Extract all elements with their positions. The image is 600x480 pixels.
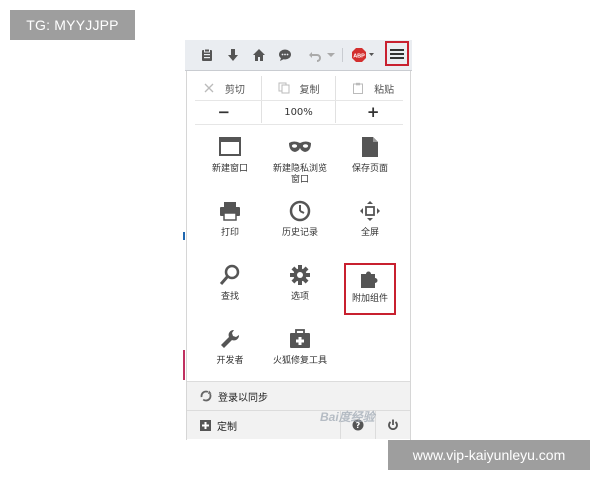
scissors-icon: [204, 83, 214, 93]
copy-icon: [278, 82, 289, 94]
sync-label: 登录以同步: [218, 392, 268, 404]
mask-icon: [288, 135, 312, 159]
cut-label: 剪切: [224, 84, 245, 96]
addons-button[interactable]: 附加组件: [344, 263, 396, 315]
download-icon[interactable]: [223, 45, 243, 65]
watermark-top-left: TG: MYYJJPP: [10, 10, 135, 40]
cut-button[interactable]: 剪切: [187, 76, 261, 100]
magnifier-icon: [218, 263, 242, 287]
repair-tool-button[interactable]: 火狐修复工具: [265, 321, 335, 379]
history-button[interactable]: 历史记录: [265, 193, 335, 251]
menu-item-label: 保存页面: [351, 164, 388, 174]
baidu-watermark: Bai度经验: [320, 410, 375, 424]
puzzle-piece-icon: [358, 267, 382, 291]
chat-icon[interactable]: [275, 45, 295, 65]
menu-item-label: 打印: [220, 228, 239, 238]
paste-label: 粘贴: [374, 84, 395, 96]
toolbox-icon: [288, 327, 312, 351]
toolbar-separator: [342, 48, 343, 62]
adblock-icon[interactable]: ABP: [350, 45, 376, 65]
hamburger-menu-icon[interactable]: [385, 41, 409, 66]
gear-icon: [288, 263, 312, 287]
zoom-in-button[interactable]: +: [336, 101, 410, 123]
developer-button[interactable]: 开发者: [195, 321, 265, 379]
menu-item-label: 新建窗口: [211, 164, 248, 174]
menu-item-label: 开发者: [216, 356, 244, 366]
divider: [195, 124, 403, 125]
paste-button[interactable]: 粘贴: [335, 76, 410, 100]
new-private-window-button[interactable]: 新建隐私浏览窗口: [265, 129, 335, 187]
zoom-reset-button[interactable]: 100%: [260, 101, 337, 123]
copy-button[interactable]: 复制: [260, 76, 336, 100]
menu-panel: 剪切 复制 粘贴 − 100% + 新建窗口 新建隐私浏览窗口 保存页面 打印 …: [186, 71, 411, 440]
clipboard-icon[interactable]: [197, 45, 217, 65]
copy-label: 复制: [299, 84, 320, 96]
save-page-button[interactable]: 保存页面: [335, 129, 405, 187]
fullscreen-button[interactable]: 全屏: [335, 193, 405, 251]
find-button[interactable]: 查找: [195, 257, 265, 315]
quit-button[interactable]: [375, 411, 410, 439]
new-window-button[interactable]: 新建窗口: [195, 129, 265, 187]
undo-icon[interactable]: [305, 45, 325, 65]
customize-button[interactable]: [200, 419, 211, 431]
edit-controls: 剪切 复制 粘贴: [187, 76, 410, 100]
zoom-out-button[interactable]: −: [187, 101, 261, 123]
menu-item-label: 新建隐私浏览窗口: [272, 164, 327, 185]
fullscreen-icon: [358, 199, 382, 223]
sync-button[interactable]: 登录以同步: [187, 381, 410, 410]
menu-item-label: 历史记录: [281, 228, 318, 238]
page-icon: [358, 135, 382, 159]
customize-label[interactable]: 定制: [217, 418, 237, 433]
toolbar: ABP: [185, 40, 412, 71]
customize-bar: 定制 ?: [187, 410, 410, 439]
sync-icon: [200, 390, 212, 402]
dropdown-icon[interactable]: [326, 45, 336, 65]
browser-window: ABP 剪切 复制 粘贴 − 100% + 新建窗口 新建隐私浏览窗口 保存页面…: [185, 40, 412, 440]
paste-icon: [353, 82, 364, 94]
plus-box-icon: [200, 419, 211, 431]
options-button[interactable]: 选项: [265, 257, 335, 315]
menu-item-label: 火狐修复工具: [272, 356, 327, 366]
svg-text:ABP: ABP: [353, 54, 365, 60]
clock-icon: [288, 199, 312, 223]
home-icon[interactable]: [249, 45, 269, 65]
menu-item-label: 选项: [290, 292, 309, 302]
wrench-icon: [218, 327, 242, 351]
printer-icon: [218, 199, 242, 223]
menu-item-label: 附加组件: [351, 294, 388, 304]
menu-item-label: 全屏: [360, 228, 379, 238]
power-icon: [388, 419, 398, 431]
watermark-bottom-right: www.vip-kaiyunleyu.com: [388, 440, 590, 470]
zoom-controls: − 100% +: [187, 101, 410, 123]
window-icon: [218, 135, 242, 159]
menu-item-label: 查找: [220, 292, 239, 302]
print-button[interactable]: 打印: [195, 193, 265, 251]
